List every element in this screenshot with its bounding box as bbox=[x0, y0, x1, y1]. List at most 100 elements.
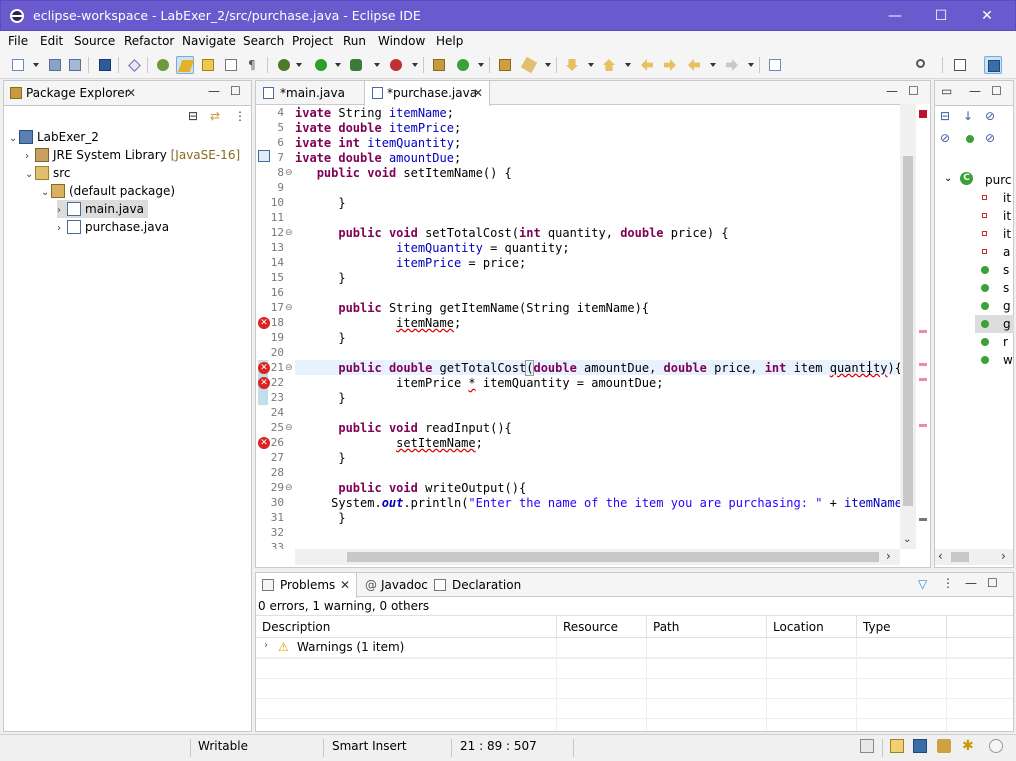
link-with-editor-icon[interactable]: ⇄ bbox=[210, 109, 220, 123]
forward-icon[interactable] bbox=[723, 56, 741, 74]
overview-marker[interactable] bbox=[919, 363, 927, 366]
outline-item[interactable]: it bbox=[1003, 225, 1016, 243]
previous-annotation-dropdown-icon[interactable] bbox=[625, 63, 631, 67]
tree-item-main-java[interactable]: › main.java bbox=[57, 200, 148, 218]
tab-javadoc[interactable]: @ Javadoc bbox=[362, 573, 432, 597]
error-icon[interactable]: ✕ bbox=[258, 437, 270, 449]
menu-window[interactable]: Window bbox=[378, 34, 425, 48]
outline-item[interactable]: it bbox=[1003, 189, 1016, 207]
forward-dropdown-icon[interactable] bbox=[748, 63, 754, 67]
error-icon[interactable]: ✕ bbox=[258, 317, 270, 329]
fold-icon[interactable]: ⊖ bbox=[285, 363, 293, 373]
view-menu-icon[interactable]: ⋮ bbox=[234, 109, 246, 123]
chevron-right-icon[interactable]: › bbox=[264, 640, 268, 651]
debug-icon[interactable] bbox=[275, 56, 293, 74]
tab-main-java[interactable]: *main.java bbox=[256, 81, 364, 105]
fold-icon[interactable]: ⊖ bbox=[285, 423, 293, 433]
chevron-down-icon[interactable]: ⌄ bbox=[944, 173, 952, 184]
status-insert-mode[interactable]: Smart Insert bbox=[332, 739, 407, 753]
outline-item[interactable]: s bbox=[1003, 279, 1016, 297]
collapse-all-icon[interactable]: ⊟ bbox=[940, 109, 950, 123]
menu-refactor[interactable]: Refactor bbox=[124, 34, 174, 48]
overview-marker[interactable] bbox=[919, 330, 927, 333]
maximize-view-icon[interactable]: ☐ bbox=[987, 576, 998, 590]
fold-icon[interactable]: ⊖ bbox=[285, 228, 293, 238]
run-dropdown-icon[interactable] bbox=[335, 63, 341, 67]
hide-fields-icon[interactable]: ⊘ bbox=[985, 109, 995, 123]
column-path[interactable]: Path bbox=[647, 616, 767, 638]
new-class-dropdown-icon[interactable] bbox=[478, 63, 484, 67]
last-edit-forward-icon[interactable] bbox=[661, 56, 679, 74]
status-cursor-position[interactable]: 21 : 89 : 507 bbox=[460, 739, 537, 753]
notifications-icon[interactable] bbox=[989, 739, 1003, 753]
samples-icon[interactable] bbox=[937, 739, 951, 753]
minimize-view-icon[interactable]: — bbox=[969, 84, 981, 98]
outline-item[interactable]: w bbox=[1003, 351, 1016, 369]
error-overview-icon[interactable] bbox=[919, 110, 927, 118]
menu-help[interactable]: Help bbox=[436, 34, 463, 48]
column-resource[interactable]: Resource bbox=[557, 616, 647, 638]
coverage-dropdown-icon[interactable] bbox=[374, 63, 380, 67]
back-dropdown-icon[interactable] bbox=[710, 63, 716, 67]
tree-item-src[interactable]: ⌄ src bbox=[25, 164, 71, 182]
chevron-down-icon[interactable]: ⌄ bbox=[25, 166, 35, 184]
show-whitespace-icon[interactable]: ¶ bbox=[245, 56, 263, 74]
tab-purchase-java[interactable]: *purchase.java ✕ bbox=[364, 81, 490, 106]
new-icon[interactable] bbox=[9, 56, 27, 74]
minimize-editor-icon[interactable]: — bbox=[886, 84, 898, 98]
overview-marker[interactable] bbox=[919, 378, 927, 381]
menu-file[interactable]: File bbox=[8, 34, 28, 48]
hide-local-types-icon[interactable]: ⊘ bbox=[985, 131, 995, 145]
mark-occurrences-icon[interactable] bbox=[176, 56, 195, 74]
last-edit-location-icon[interactable] bbox=[638, 56, 656, 74]
fold-icon[interactable]: ⊖ bbox=[285, 168, 293, 178]
whats-new-icon[interactable]: ✱ bbox=[962, 738, 974, 754]
tutorials-icon[interactable] bbox=[913, 739, 927, 753]
outline-item[interactable]: g bbox=[1003, 315, 1016, 333]
next-annotation-icon[interactable] bbox=[563, 56, 581, 74]
fold-icon[interactable]: ⊖ bbox=[285, 483, 293, 493]
scroll-right-icon[interactable]: › bbox=[1001, 549, 1006, 563]
hide-static-icon[interactable]: ⊘ bbox=[940, 131, 950, 145]
run-icon[interactable] bbox=[312, 56, 330, 74]
outline-item[interactable]: it bbox=[1003, 207, 1016, 225]
close-tab-icon[interactable]: ✕ bbox=[473, 86, 483, 100]
sort-icon[interactable]: ↓ bbox=[963, 109, 973, 123]
package-explorer-title[interactable]: Package Explorer bbox=[26, 86, 130, 110]
hide-nonpublic-icon[interactable] bbox=[966, 135, 974, 143]
search-icon[interactable] bbox=[913, 56, 931, 74]
table-row[interactable]: › ⚠ Warnings (1 item) bbox=[256, 638, 1013, 658]
overview-marker[interactable] bbox=[919, 424, 927, 427]
open-type-icon[interactable] bbox=[496, 56, 514, 74]
column-location[interactable]: Location bbox=[767, 616, 857, 638]
editor-horizontal-scrollbar[interactable]: › bbox=[295, 549, 900, 565]
minimize-button[interactable]: — bbox=[872, 1, 918, 31]
menu-navigate[interactable]: Navigate bbox=[182, 34, 236, 48]
error-icon[interactable]: ✕ bbox=[258, 377, 270, 389]
maximize-button[interactable]: ☐ bbox=[918, 1, 964, 31]
new-dropdown-icon[interactable] bbox=[33, 63, 39, 67]
coverage-icon[interactable] bbox=[347, 56, 365, 74]
close-tab-icon[interactable]: ✕ bbox=[126, 86, 136, 100]
collapse-all-icon[interactable]: ⊟ bbox=[188, 109, 198, 123]
scrollbar-thumb[interactable] bbox=[951, 552, 969, 562]
tab-declaration[interactable]: Declaration bbox=[432, 573, 522, 597]
menu-run[interactable]: Run bbox=[343, 34, 366, 48]
back-icon[interactable] bbox=[685, 56, 703, 74]
tree-item-project[interactable]: ⌄ LabExer_2 bbox=[9, 128, 99, 146]
block-selection-icon[interactable] bbox=[199, 56, 217, 74]
column-description[interactable]: Description bbox=[256, 616, 557, 638]
tree-item-jre[interactable]: › JRE System Library [JavaSE-16] bbox=[25, 146, 240, 164]
previous-annotation-icon[interactable] bbox=[600, 56, 618, 74]
outline-class[interactable]: purc bbox=[985, 171, 1015, 189]
outline-horizontal-scrollbar[interactable]: ‹ › bbox=[935, 549, 1013, 565]
menu-source[interactable]: Source bbox=[74, 34, 115, 48]
save-all-icon[interactable] bbox=[66, 56, 84, 74]
column-type[interactable]: Type bbox=[857, 616, 947, 638]
tab-problems[interactable]: Problems ✕ bbox=[256, 573, 357, 598]
scrollbar-thumb[interactable] bbox=[347, 552, 879, 562]
maximize-editor-icon[interactable]: ☐ bbox=[908, 84, 919, 98]
skip-breakpoints-icon[interactable] bbox=[125, 56, 143, 74]
outline-view-icon[interactable]: ▭ bbox=[941, 84, 952, 98]
close-button[interactable]: ✕ bbox=[964, 1, 1010, 31]
